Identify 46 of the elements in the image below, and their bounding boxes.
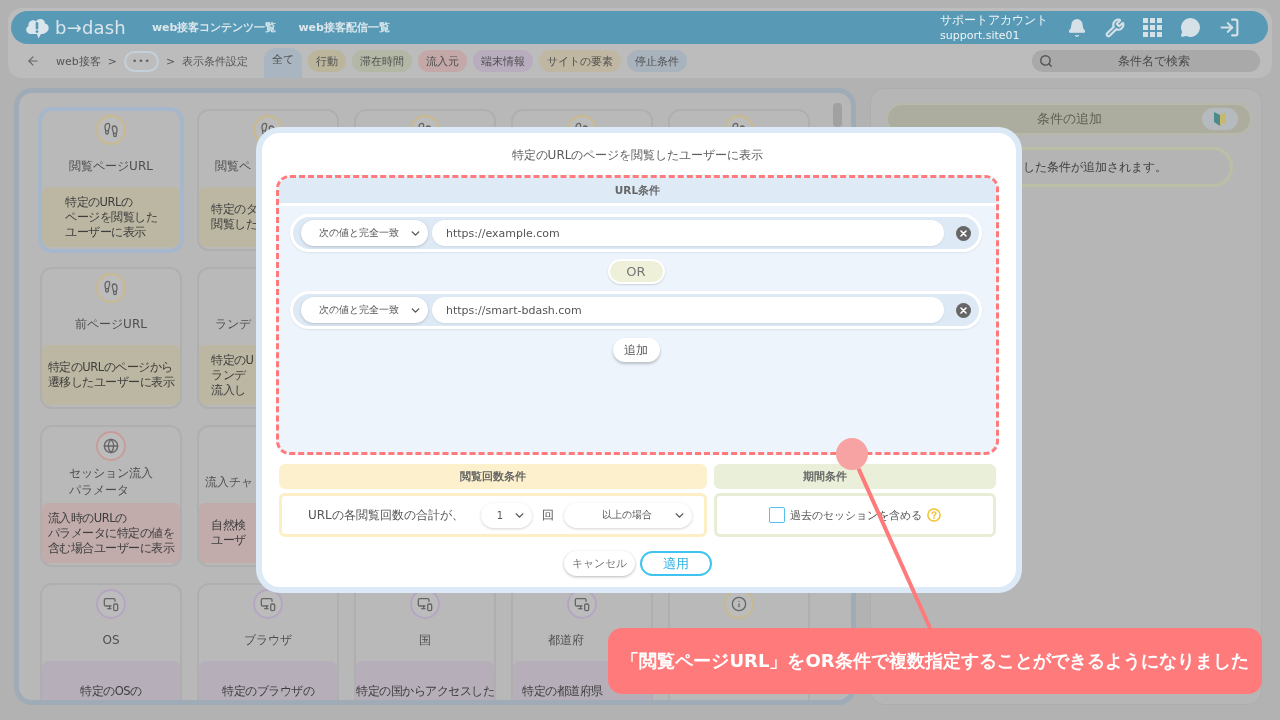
card-description: 特定のOSの: [80, 683, 142, 699]
card-description: 特定のU: [211, 352, 254, 368]
card-title: 前ページURL: [75, 315, 147, 333]
card-title: 閲覧ページURL: [69, 157, 153, 175]
card-title: OS: [102, 631, 120, 649]
card-title: 閲覧ペ: [215, 157, 251, 175]
card-description: 特定の国からアクセスした: [356, 683, 494, 699]
section-heading: URL条件: [279, 178, 996, 206]
card-title: 国: [419, 631, 431, 649]
unit-label: 回: [541, 506, 554, 524]
card-description: 特定の都道府県: [522, 683, 603, 699]
account-id: support.site01: [940, 27, 1021, 43]
card-title: セッション流入: [69, 465, 153, 482]
card-description: 遷移したユーザーに表示: [47, 375, 175, 390]
card-title: ブラウザ: [244, 631, 292, 649]
card-title: 都道府: [548, 631, 584, 649]
panel-heading: 条件の追加: [1035, 110, 1103, 128]
card-title: ランデ: [215, 315, 251, 333]
breadcrumb-current: 表示条件設定: [182, 53, 249, 69]
card-description: ページを閲覧した: [65, 209, 157, 225]
or-connector: OR: [607, 259, 665, 284]
card-description: 特定のブラウザの: [222, 683, 314, 699]
hint-text: した条件が追加されます。: [1023, 158, 1167, 176]
logo-text: b→dash: [55, 17, 126, 38]
section-heading: 閲覧回数条件: [279, 464, 707, 489]
card-description: 流入時のURLの: [47, 510, 127, 526]
card-description: パラメータに特定の値を: [47, 525, 175, 541]
card-description: 特定のタ: [211, 202, 257, 217]
dialog-title: 特定のURLのページを閲覧したユーザーに表示: [510, 147, 765, 163]
count-label: URLの各閲覧回数の合計が、: [308, 506, 464, 524]
card-description: ユーザーに表示: [65, 224, 146, 240]
breadcrumb-separator: >: [165, 54, 176, 68]
section-heading: 期間条件: [714, 464, 996, 489]
callout-banner: 「閲覧ページURL」をOR条件で複数指定することができるようになりました: [608, 628, 1262, 694]
card-description: 含む場合ユーザーに表示: [47, 540, 175, 556]
account-name: サポートアカウント: [940, 12, 1048, 28]
card-description: 流入し: [211, 382, 246, 398]
card-description: 自然検: [211, 518, 246, 533]
card-description: 特定のURLのページから: [47, 360, 173, 375]
card-description: ユーザ: [211, 533, 246, 548]
card-title: パラメータ: [69, 482, 129, 499]
card-title: 流入チャ: [205, 473, 253, 491]
card-description: 特定のURLの: [65, 194, 133, 210]
card-description: ランデ: [211, 367, 246, 383]
card-description: 閲覧した: [211, 217, 257, 232]
breadcrumb-separator: >: [107, 54, 117, 68]
